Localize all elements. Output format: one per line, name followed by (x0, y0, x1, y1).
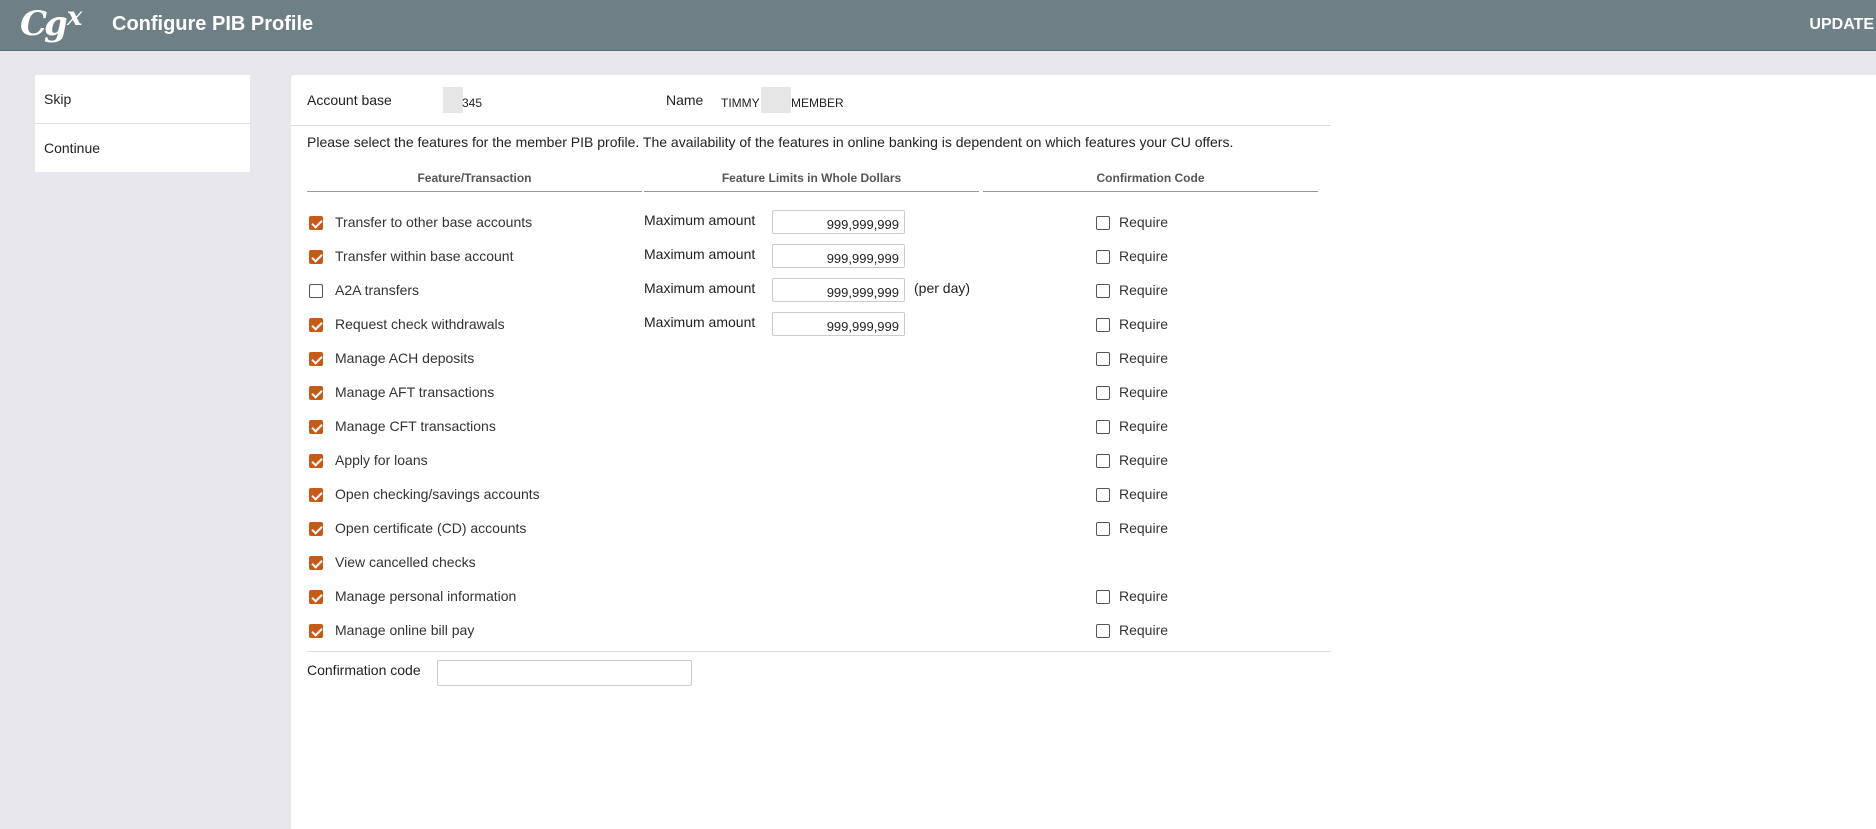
confirmation-column-header: Confirmation Code (983, 171, 1318, 192)
maximum-amount-input[interactable] (772, 244, 905, 268)
feature-checkbox[interactable] (309, 624, 323, 638)
require-label: Require (1119, 452, 1169, 468)
maximum-amount-input[interactable] (772, 278, 905, 302)
continue-link[interactable]: Continue (35, 124, 250, 172)
feature-checkbox[interactable] (309, 386, 323, 400)
feature-row: Apply for loans Require (291, 442, 1331, 476)
require-label: Require (1119, 588, 1169, 604)
require-label: Require (1119, 350, 1169, 366)
feature-checkbox[interactable] (309, 556, 323, 570)
feature-label: A2A transfers (335, 282, 420, 298)
feature-row: Manage AFT transactions Require (291, 374, 1331, 408)
feature-label: Manage online bill pay (335, 622, 475, 638)
confirmation-code-input[interactable] (437, 660, 692, 686)
name-label: Name (666, 92, 704, 108)
confirmation-code-label: Confirmation code (307, 662, 421, 678)
feature-checkbox[interactable] (309, 590, 323, 604)
feature-row: A2A transfers Maximum amount (per day) Requ… (291, 272, 1331, 306)
name-last: MEMBER (791, 96, 844, 110)
masked-value (761, 87, 791, 113)
feature-label: Apply for loans (335, 452, 428, 468)
feature-checkbox[interactable] (309, 318, 323, 332)
name-first: TIMMY (721, 96, 760, 110)
require-checkbox[interactable] (1096, 522, 1110, 536)
per-day-label: (per day) (914, 280, 971, 296)
feature-row: Manage ACH deposits Require (291, 340, 1331, 374)
require-label: Require (1119, 384, 1169, 400)
require-checkbox[interactable] (1096, 284, 1110, 298)
brand-logo: Cgx (20, 2, 82, 44)
feature-label: Manage AFT transactions (335, 384, 495, 400)
feature-label: Transfer within base account (335, 248, 514, 264)
require-label: Require (1119, 486, 1169, 502)
require-checkbox[interactable] (1096, 488, 1110, 502)
feature-checkbox[interactable] (309, 488, 323, 502)
feature-label: Manage personal information (335, 588, 517, 604)
require-label: Require (1119, 248, 1169, 264)
require-checkbox[interactable] (1096, 318, 1110, 332)
require-label: Require (1119, 520, 1169, 536)
side-nav: Skip Continue (35, 75, 250, 172)
feature-row: Manage CFT transactions Require (291, 408, 1331, 442)
feature-row: Manage personal information Require (291, 578, 1331, 612)
maximum-amount-label: Maximum amount (644, 314, 756, 330)
feature-checkbox[interactable] (309, 250, 323, 264)
feature-checkbox[interactable] (309, 454, 323, 468)
update-button[interactable]: UPDATE (1809, 16, 1876, 34)
require-checkbox[interactable] (1096, 624, 1110, 638)
page-title: Configure PIB Profile (112, 13, 314, 35)
require-label: Require (1119, 214, 1169, 230)
feature-row: Open certificate (CD) accounts Require (291, 510, 1331, 544)
feature-row: View cancelled checks (291, 544, 1331, 578)
require-label: Require (1119, 282, 1169, 298)
require-checkbox[interactable] (1096, 590, 1110, 604)
masked-value (443, 87, 463, 113)
require-checkbox[interactable] (1096, 216, 1110, 230)
intro-text: Please select the features for the membe… (307, 134, 1234, 150)
maximum-amount-input[interactable] (772, 210, 905, 234)
feature-label: Open certificate (CD) accounts (335, 520, 527, 536)
divider (307, 651, 1331, 652)
maximum-amount-input[interactable] (772, 312, 905, 336)
maximum-amount-label: Maximum amount (644, 212, 756, 228)
maximum-amount-label: Maximum amount (644, 280, 756, 296)
feature-label: Open checking/savings accounts (335, 486, 540, 502)
feature-row: Transfer to other base accounts Maximum a… (291, 204, 1331, 238)
require-label: Require (1119, 418, 1169, 434)
maximum-amount-label: Maximum amount (644, 246, 756, 262)
limits-column-header: Feature Limits in Whole Dollars (644, 171, 979, 192)
feature-label: Request check withdrawals (335, 316, 505, 332)
require-checkbox[interactable] (1096, 454, 1110, 468)
feature-checkbox[interactable] (309, 420, 323, 434)
require-checkbox[interactable] (1096, 352, 1110, 366)
require-checkbox[interactable] (1096, 386, 1110, 400)
feature-row: Request check withdrawals Maximum amount R… (291, 306, 1331, 340)
feature-label: Manage ACH deposits (335, 350, 475, 366)
feature-row: Transfer within base account Maximum amou… (291, 238, 1331, 272)
account-base-label: Account base (307, 92, 392, 108)
account-base-value: 345 (462, 96, 483, 110)
feature-label: Manage CFT transactions (335, 418, 496, 434)
require-label: Require (1119, 622, 1169, 638)
account-header: Account base 345 Name TIMMY MEMBER (291, 75, 1331, 126)
feature-checkbox[interactable] (309, 352, 323, 366)
profile-panel: Account base 345 Name TIMMY MEMBER Pleas… (291, 75, 1876, 829)
feature-label: Transfer to other base accounts (335, 214, 533, 230)
feature-row: Open checking/savings accounts Require (291, 476, 1331, 510)
require-label: Require (1119, 316, 1169, 332)
skip-link[interactable]: Skip (35, 75, 250, 124)
feature-checkbox[interactable] (309, 522, 323, 536)
feature-row: Manage online bill pay Require (291, 612, 1331, 646)
require-checkbox[interactable] (1096, 420, 1110, 434)
require-checkbox[interactable] (1096, 250, 1110, 264)
feature-label: View cancelled checks (335, 554, 476, 570)
feature-checkbox[interactable] (309, 284, 323, 298)
feature-checkbox[interactable] (309, 216, 323, 230)
feature-column-header: Feature/Transaction (307, 171, 642, 192)
top-bar: Cgx Configure PIB Profile UPDATE (0, 0, 1876, 51)
